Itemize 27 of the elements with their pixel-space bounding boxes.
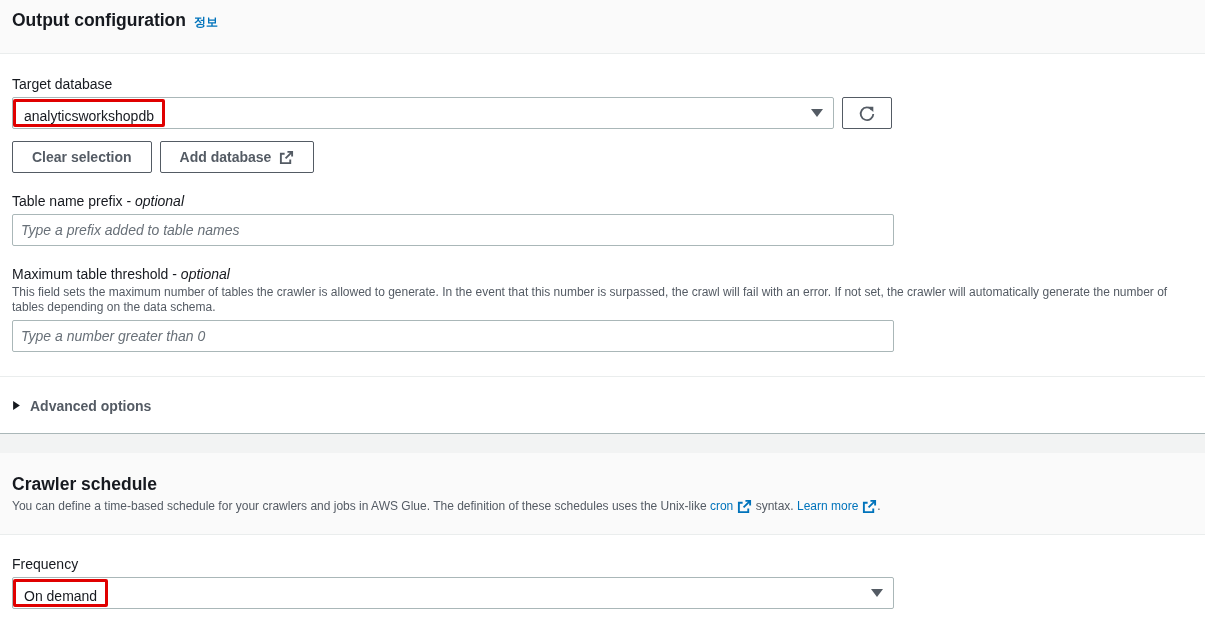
selected-value: analyticsworkshopdb xyxy=(13,99,165,127)
add-database-button[interactable]: Add database xyxy=(159,141,315,173)
external-link-icon xyxy=(279,149,295,165)
external-link-icon xyxy=(862,498,878,514)
clear-selection-button[interactable]: Clear selection xyxy=(12,141,152,173)
dropdown-field[interactable]: analyticsworkshopdb xyxy=(12,97,834,129)
info-link[interactable]: 정보 xyxy=(194,14,218,31)
input-field[interactable]: Type a number greater than 0 xyxy=(12,320,894,352)
field-label: Target database xyxy=(12,75,114,94)
field-description: This field sets the maximum number of tables the crawler is allowed to generate. In the event that this number is surpassed, the crawl will fail with an error. If not set, the crawler will automatically generate the number of tables depending on the data schema. xyxy=(12,285,1169,315)
external-link-icon xyxy=(737,498,753,514)
refresh-button[interactable] xyxy=(842,97,892,129)
external-link[interactable]: cron xyxy=(709,498,753,513)
input-field[interactable]: Type a prefix added to table names xyxy=(12,214,894,246)
dropdown-field[interactable]: On demand xyxy=(12,576,894,609)
refresh-icon xyxy=(858,104,876,122)
external-link[interactable]: Learn more xyxy=(797,498,878,513)
field-label: Frequency xyxy=(12,554,80,574)
section-title: Output configuration xyxy=(12,9,186,31)
section-title: Crawler schedule xyxy=(12,472,158,495)
dropdown-caret-icon xyxy=(871,588,883,597)
section-description: You can define a time-based schedule for your crawlers and jobs in AWS Glue. The definition of these schedules uses the Unix-like cron syntax. Learn more . xyxy=(12,498,882,514)
field-label: Maximum table threshold - optional xyxy=(12,265,231,284)
dropdown-caret-icon xyxy=(811,109,823,117)
advanced-options-toggle[interactable]: Advanced options xyxy=(12,397,152,414)
selected-value: On demand xyxy=(13,578,109,607)
field-label: Table name prefix - optional xyxy=(12,192,186,211)
